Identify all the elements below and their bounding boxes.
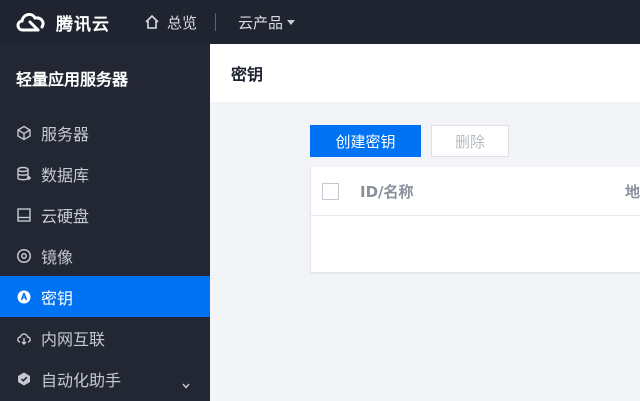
disk-icon bbox=[15, 206, 33, 224]
nav-products-dropdown[interactable]: 云产品 bbox=[238, 12, 296, 33]
sidebar-item-images[interactable]: 镜像 bbox=[0, 235, 210, 276]
sidebar-item-label: 密钥 bbox=[41, 288, 74, 308]
brand-logo[interactable]: 腾讯云 bbox=[14, 10, 110, 35]
sidebar-item-automation[interactable]: 自动化助手 bbox=[0, 358, 210, 399]
assistant-icon bbox=[15, 370, 33, 388]
keys-table: ID/名称 地 bbox=[310, 167, 640, 273]
create-key-button[interactable]: 创建密钥 bbox=[310, 125, 421, 157]
nav-overview[interactable]: 总览 bbox=[144, 12, 197, 33]
table-header: ID/名称 地 bbox=[311, 167, 640, 216]
sidebar-title: 轻量应用服务器 bbox=[16, 70, 129, 89]
disc-icon bbox=[15, 247, 33, 265]
network-icon bbox=[15, 329, 33, 347]
sidebar-item-label: 云硬盘 bbox=[41, 206, 90, 226]
sidebar-item-cloud-disk[interactable]: 云硬盘 bbox=[0, 194, 210, 235]
key-icon bbox=[15, 288, 33, 306]
caret-down-icon bbox=[287, 19, 296, 25]
sidebar-item-keys[interactable]: 密钥 bbox=[0, 276, 210, 317]
sidebar: 轻量应用服务器 服务器 数据库 云硬盘 镜像 密钥 内网互联 自动化助手 bbox=[0, 44, 210, 401]
home-icon bbox=[145, 14, 159, 29]
select-all-checkbox[interactable] bbox=[322, 182, 339, 200]
sidebar-item-label: 数据库 bbox=[41, 165, 90, 185]
column-header-id-name[interactable]: ID/名称 bbox=[360, 181, 414, 202]
database-icon bbox=[15, 165, 33, 183]
top-navigation-bar: 腾讯云 总览 云产品 bbox=[0, 0, 640, 44]
page-title: 密钥 bbox=[210, 44, 640, 102]
nav-divider bbox=[215, 13, 217, 31]
sidebar-item-label: 镜像 bbox=[41, 247, 74, 267]
column-header-region: 地 bbox=[625, 182, 640, 201]
cube-icon bbox=[15, 124, 33, 142]
cloud-logo-icon bbox=[16, 12, 45, 32]
sidebar-item-intranet[interactable]: 内网互联 bbox=[0, 317, 210, 358]
sidebar-item-servers[interactable]: 服务器 bbox=[0, 112, 210, 153]
sidebar-item-database[interactable]: 数据库 bbox=[0, 153, 210, 194]
nav-overview-label: 总览 bbox=[167, 13, 198, 32]
sidebar-item-label: 自动化助手 bbox=[41, 370, 122, 390]
chevron-down-icon bbox=[182, 374, 190, 393]
sidebar-item-label: 服务器 bbox=[41, 124, 90, 144]
brand-name: 腾讯云 bbox=[56, 14, 110, 35]
nav-products-label: 云产品 bbox=[238, 13, 284, 32]
sidebar-item-label: 内网互联 bbox=[41, 329, 106, 349]
delete-button: 删除 bbox=[431, 125, 509, 157]
